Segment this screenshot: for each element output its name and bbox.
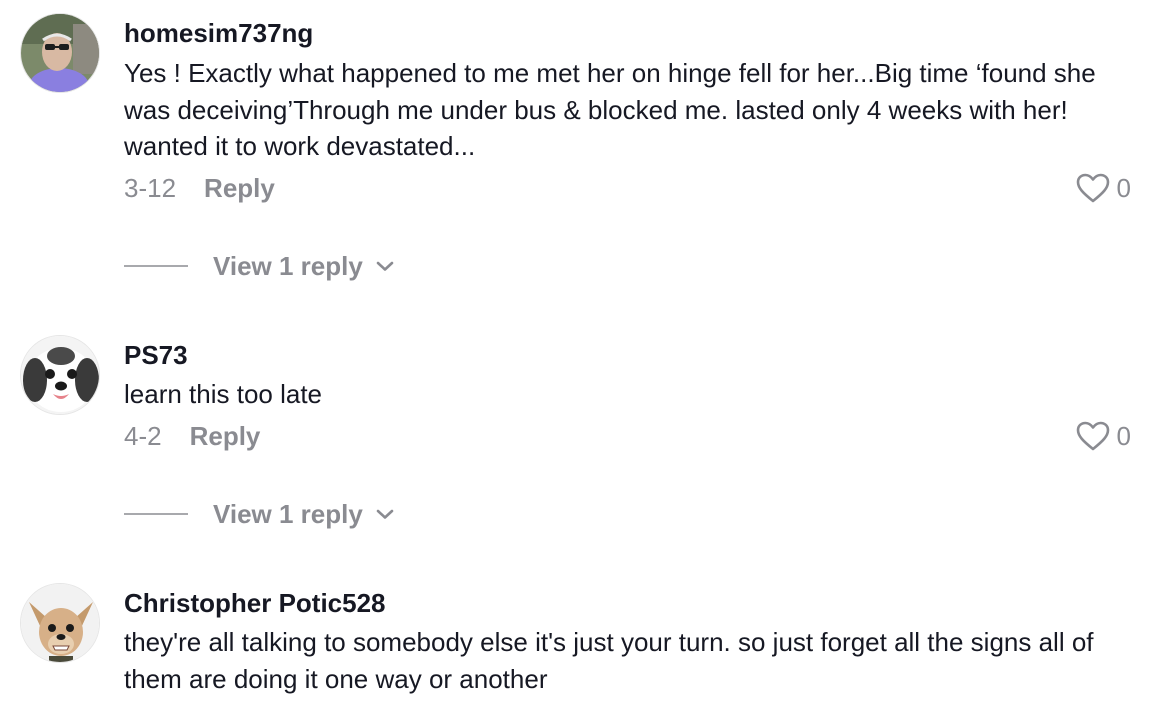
comment-meta: 4-2 Reply (124, 420, 260, 452)
reply-button[interactable]: Reply (204, 173, 275, 203)
like-button[interactable]: 0 (1075, 418, 1131, 454)
view-replies-label: View 1 reply (213, 498, 363, 529)
view-replies-button[interactable]: View 1 reply (124, 250, 395, 282)
comment-date: 4-2 (124, 421, 162, 451)
heart-outline-icon (1076, 421, 1109, 451)
comment-meta: 3-12 Reply (124, 172, 275, 204)
comment-text: Yes ! Exactly what happened to me met he… (124, 58, 1096, 161)
like-button[interactable]: 0 (1075, 170, 1131, 206)
chihuahua-dog-avatar (21, 584, 99, 662)
man-with-sunglasses-avatar (21, 14, 99, 92)
like-count: 0 (1116, 172, 1131, 203)
comment-username[interactable]: Christopher Potic528 (124, 587, 386, 619)
comment-username[interactable]: homesim737ng (124, 17, 313, 49)
divider-line (124, 265, 188, 267)
like-count: 0 (1116, 420, 1131, 451)
avatar[interactable] (20, 583, 100, 663)
comment-username[interactable]: PS73 (124, 339, 188, 371)
shih-tzu-dog-avatar (21, 336, 99, 414)
chevron-down-icon (376, 509, 394, 519)
avatar[interactable] (20, 335, 100, 415)
heart-outline-icon (1076, 173, 1109, 203)
view-replies-label: View 1 reply (213, 250, 363, 281)
reply-button[interactable]: Reply (190, 421, 261, 451)
comment-text: they're all talking to somebody else it'… (124, 627, 1094, 694)
chevron-down-icon (376, 261, 394, 271)
avatar[interactable] (20, 13, 100, 93)
view-replies-button[interactable]: View 1 reply (124, 498, 395, 530)
divider-line (124, 513, 188, 515)
comment-text: learn this too late (124, 379, 323, 409)
comment-date: 3-12 (124, 173, 177, 203)
